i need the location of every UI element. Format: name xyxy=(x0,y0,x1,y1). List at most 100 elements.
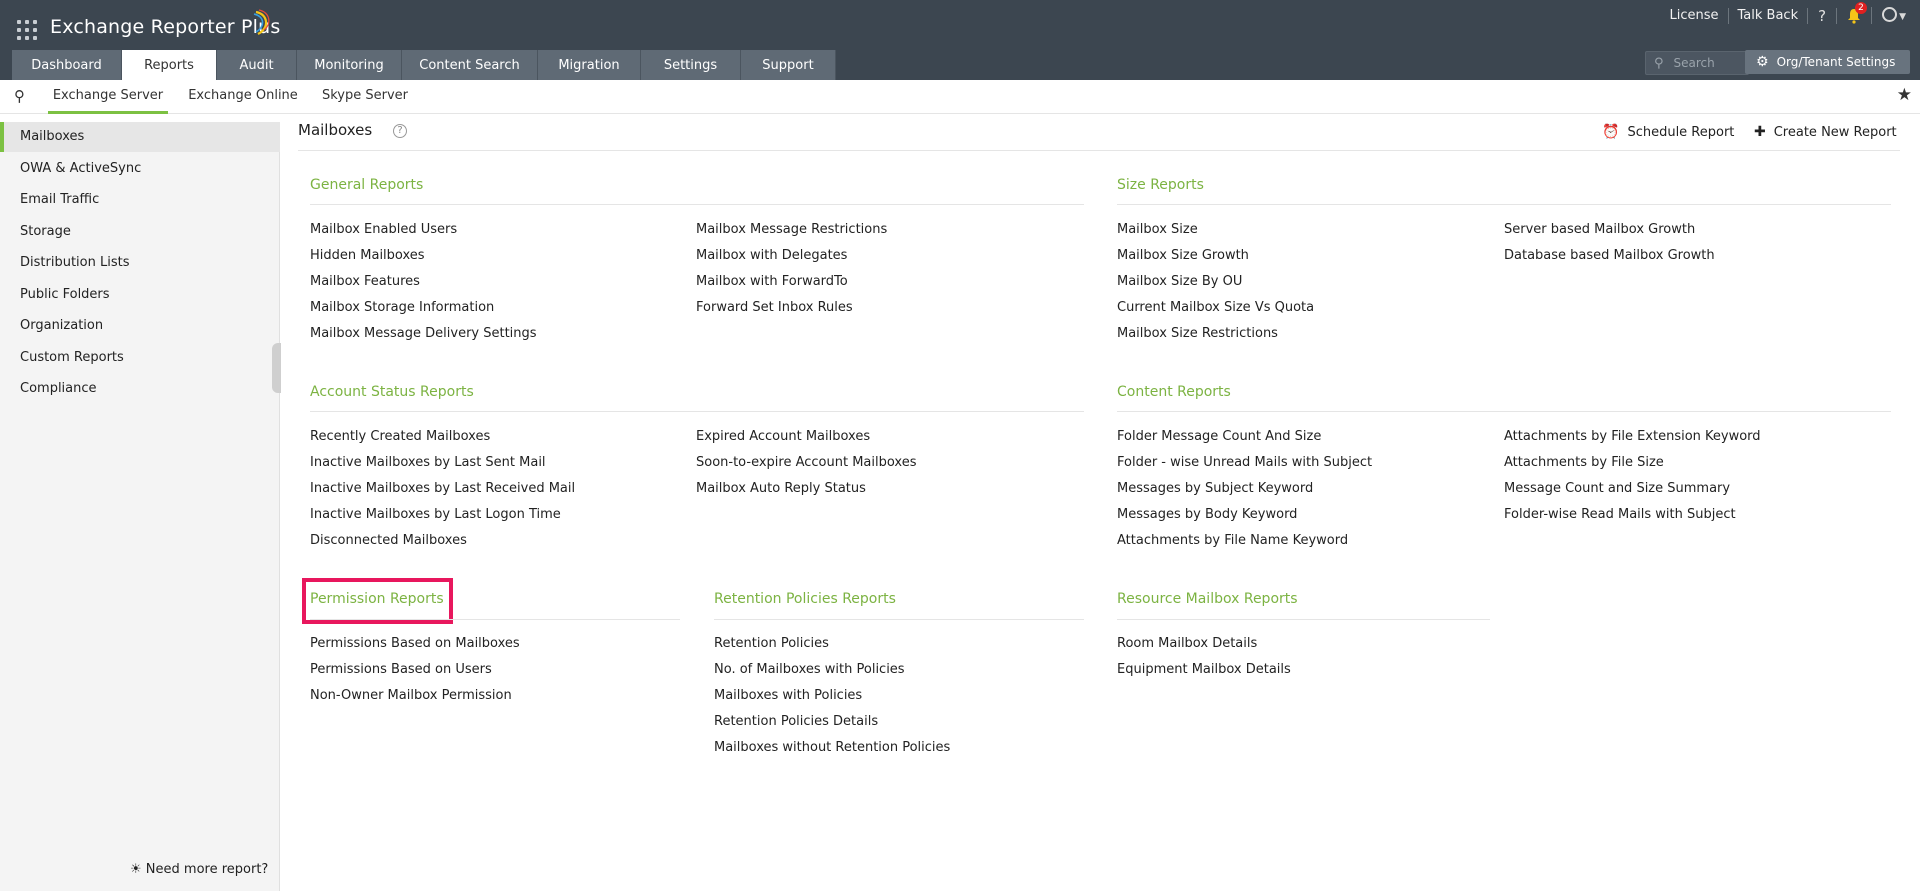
report-link[interactable]: Mailbox Size xyxy=(1117,222,1198,237)
sidebar-item-organization[interactable]: Organization xyxy=(0,311,280,341)
talk-back-link[interactable]: Talk Back xyxy=(1729,7,1809,24)
tab-dashboard[interactable]: Dashboard xyxy=(12,50,122,80)
report-link[interactable]: Retention Policies xyxy=(714,636,829,651)
report-link[interactable]: Expired Account Mailboxes xyxy=(696,429,870,444)
report-link[interactable]: Inactive Mailboxes by Last Logon Time xyxy=(310,507,561,522)
report-link[interactable]: Mailbox with ForwardTo xyxy=(696,274,848,289)
report-link[interactable]: Mailbox Message Delivery Settings xyxy=(310,326,537,341)
section-title-account-status: Account Status Reports xyxy=(310,384,474,400)
report-link[interactable]: Mailbox Size Growth xyxy=(1117,248,1249,263)
section-title-size: Size Reports xyxy=(1117,177,1204,193)
help-icon[interactable]: ? xyxy=(1808,7,1838,24)
section-divider xyxy=(310,411,1084,412)
report-link[interactable]: Permissions Based on Mailboxes xyxy=(310,636,520,651)
lightbulb-icon: ☀ xyxy=(130,862,142,877)
schedule-report-button[interactable]: ⏰ Schedule Report xyxy=(1602,124,1734,140)
app-logo-text: Exchange Reporter Plus xyxy=(50,16,281,38)
tab-reports[interactable]: Reports xyxy=(122,50,217,80)
report-link[interactable]: Messages by Subject Keyword xyxy=(1117,481,1313,496)
section-title-content: Content Reports xyxy=(1117,384,1231,400)
org-settings-label: Org/Tenant Settings xyxy=(1776,55,1896,69)
report-link[interactable]: Equipment Mailbox Details xyxy=(1117,662,1291,677)
report-link[interactable]: Mailbox with Delegates xyxy=(696,248,847,263)
report-link[interactable]: Forward Set Inbox Rules xyxy=(696,300,853,315)
report-link[interactable]: Inactive Mailboxes by Last Received Mail xyxy=(310,481,575,496)
section-divider xyxy=(310,619,680,620)
content-divider xyxy=(298,150,1900,151)
alarm-clock-icon: ⏰ xyxy=(1602,124,1620,140)
tab-audit[interactable]: Audit xyxy=(217,50,297,80)
report-link[interactable]: Attachments by File Extension Keyword xyxy=(1504,429,1761,444)
favorite-star-icon[interactable]: ★ xyxy=(1897,85,1912,105)
report-link[interactable]: Mailboxes without Retention Policies xyxy=(714,740,950,755)
sidebar-item-compliance[interactable]: Compliance xyxy=(0,374,280,404)
section-divider xyxy=(1117,204,1891,205)
report-link[interactable]: Message Count and Size Summary xyxy=(1504,481,1730,496)
report-link[interactable]: Mailbox Size By OU xyxy=(1117,274,1242,289)
report-link[interactable]: Mailboxes with Policies xyxy=(714,688,862,703)
tab-settings[interactable]: Settings xyxy=(641,50,741,80)
tab-support[interactable]: Support xyxy=(741,50,836,80)
section-divider xyxy=(1117,411,1891,412)
plus-icon: ✚ xyxy=(1754,124,1766,140)
sidebar-item-mailboxes[interactable]: Mailboxes xyxy=(0,122,280,152)
subtab-exchange-server[interactable]: Exchange Server xyxy=(48,80,168,114)
section-title-permission: Permission Reports xyxy=(310,591,444,607)
sidebar-item-storage[interactable]: Storage xyxy=(0,217,280,247)
report-link[interactable]: Disconnected Mailboxes xyxy=(310,533,467,548)
report-link[interactable]: Mailbox Storage Information xyxy=(310,300,494,315)
tab-migration[interactable]: Migration xyxy=(538,50,641,80)
report-link[interactable]: Messages by Body Keyword xyxy=(1117,507,1297,522)
report-link[interactable]: Database based Mailbox Growth xyxy=(1504,248,1715,263)
section-title-general: General Reports xyxy=(310,177,424,193)
report-link[interactable]: Soon-to-expire Account Mailboxes xyxy=(696,455,917,470)
tab-monitoring[interactable]: Monitoring xyxy=(297,50,402,80)
report-link[interactable]: Mailbox Features xyxy=(310,274,420,289)
report-link[interactable]: Retention Policies Details xyxy=(714,714,878,729)
report-link[interactable]: No. of Mailboxes with Policies xyxy=(714,662,905,677)
need-more-report-link[interactable]: ☀ Need more report? xyxy=(130,862,268,877)
report-link[interactable]: Server based Mailbox Growth xyxy=(1504,222,1695,237)
report-link[interactable]: Hidden Mailboxes xyxy=(310,248,425,263)
report-link[interactable]: Recently Created Mailboxes xyxy=(310,429,490,444)
section-title-retention: Retention Policies Reports xyxy=(714,591,896,607)
user-avatar-icon[interactable]: ▼ xyxy=(1872,6,1906,25)
quick-search-icon[interactable]: ⚲ xyxy=(14,87,25,105)
report-link[interactable]: Mailbox Message Restrictions xyxy=(696,222,887,237)
sidebar-item-public-folders[interactable]: Public Folders xyxy=(0,280,280,310)
report-link[interactable]: Attachments by File Name Keyword xyxy=(1117,533,1348,548)
report-link[interactable]: Folder - wise Unread Mails with Subject xyxy=(1117,455,1372,470)
report-link[interactable]: Mailbox Enabled Users xyxy=(310,222,457,237)
report-link[interactable]: Permissions Based on Users xyxy=(310,662,492,677)
create-new-report-label: Create New Report xyxy=(1773,125,1897,140)
notification-bell-icon[interactable]: 2 xyxy=(1837,2,1873,24)
sidebar-collapse-handle[interactable] xyxy=(272,343,281,393)
report-link[interactable]: Non-Owner Mailbox Permission xyxy=(310,688,512,703)
create-new-report-button[interactable]: ✚ Create New Report xyxy=(1754,124,1897,140)
tab-content-search[interactable]: Content Search xyxy=(402,50,538,80)
sidebar-item-email-traffic[interactable]: Email Traffic xyxy=(0,185,280,215)
report-link[interactable]: Attachments by File Size xyxy=(1504,455,1664,470)
gear-icon: ⚙ xyxy=(1756,54,1769,70)
report-link[interactable]: Mailbox Size Restrictions xyxy=(1117,326,1278,341)
need-more-label: Need more report? xyxy=(145,862,269,877)
license-link[interactable]: License xyxy=(1661,7,1729,24)
page-help-icon[interactable]: ? xyxy=(393,124,407,138)
subtab-exchange-online[interactable]: Exchange Online xyxy=(183,80,303,114)
sub-tabs-bar: ⚲ Exchange Server Exchange Online Skype … xyxy=(0,80,1920,114)
section-divider xyxy=(714,619,1084,620)
global-search-input[interactable]: ⚲ Search xyxy=(1645,51,1749,75)
report-link[interactable]: Inactive Mailboxes by Last Sent Mail xyxy=(310,455,546,470)
report-link[interactable]: Folder Message Count And Size xyxy=(1117,429,1321,444)
sidebar-item-custom-reports[interactable]: Custom Reports xyxy=(0,343,280,373)
report-link[interactable]: Room Mailbox Details xyxy=(1117,636,1257,651)
report-link[interactable]: Folder-wise Read Mails with Subject xyxy=(1504,507,1736,522)
subtab-skype-server[interactable]: Skype Server xyxy=(315,80,415,114)
notification-count-badge: 2 xyxy=(1855,2,1867,15)
report-link[interactable]: Mailbox Auto Reply Status xyxy=(696,481,866,496)
org-tenant-settings-button[interactable]: ⚙ Org/Tenant Settings xyxy=(1745,50,1910,74)
report-link[interactable]: Current Mailbox Size Vs Quota xyxy=(1117,300,1314,315)
app-grid-icon[interactable] xyxy=(17,20,37,40)
sidebar-item-owa-activesync[interactable]: OWA & ActiveSync xyxy=(0,154,280,184)
sidebar-item-distribution-lists[interactable]: Distribution Lists xyxy=(0,248,280,278)
